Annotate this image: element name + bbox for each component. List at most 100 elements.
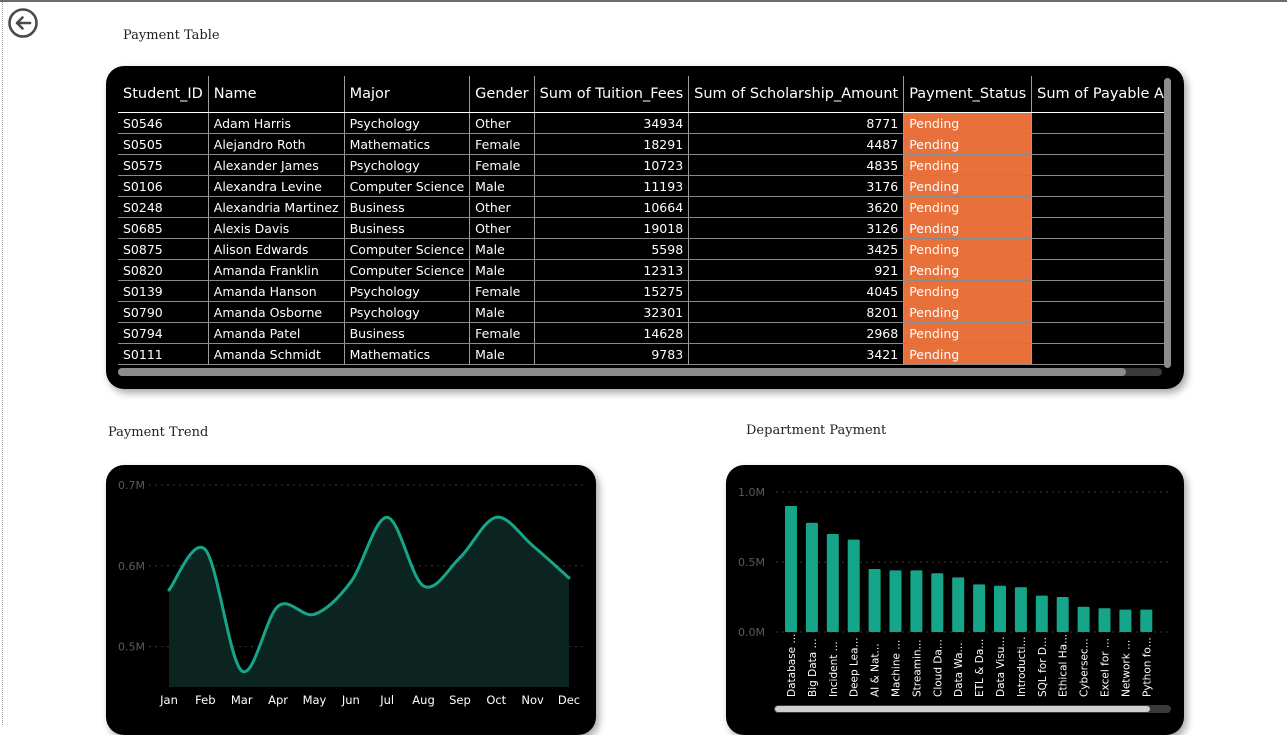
- vertical-scrollbar[interactable]: [1164, 78, 1171, 368]
- table-row[interactable]: S0546 Adam Harris Psychology Other 34934 8771…: [118, 112, 1164, 134]
- back-arrow-circle-icon[interactable]: [7, 7, 39, 39]
- cell-scholarship-amount: 4045: [688, 280, 905, 302]
- x-tick-label: Introducti...: [1016, 636, 1028, 697]
- payment-trend-chart: 0.5M 0.6M 0.7M Jan Feb Mar Apr May Jun Jul Aug Sep O…: [118, 479, 584, 707]
- cell-student-id: S0685: [118, 217, 209, 239]
- cell-gender: Male: [469, 343, 535, 365]
- table-row[interactable]: S0685 Alexis Davis Business Other 19018 3126 P…: [118, 217, 1164, 239]
- y-tick-label: 0.5M: [738, 556, 765, 569]
- column-header-payable-amount[interactable]: Sum of Payable Am: [1031, 76, 1164, 113]
- x-tick-label: Machine ...: [891, 640, 903, 697]
- cell-gender: Female: [469, 154, 535, 176]
- y-tick-label: 0.5M: [118, 641, 145, 654]
- cell-scholarship-amount: 3126: [688, 217, 905, 239]
- column-header-tuition-fees[interactable]: Sum of Tuition_Fees: [534, 76, 690, 113]
- horizontal-scrollbar[interactable]: [118, 368, 1162, 376]
- payment-table-card: Student_ID Name Major Gender Sum of Tuition_…: [106, 66, 1184, 389]
- column-header-gender[interactable]: Gender: [469, 76, 535, 113]
- table-row[interactable]: S0794 Amanda Patel Business Female 14628 2968…: [118, 322, 1164, 344]
- cell-student-id: S0790: [118, 301, 209, 323]
- cell-gender: Male: [469, 259, 535, 281]
- cell-name: Alexander James: [208, 154, 345, 176]
- cell-student-id: S0106: [118, 175, 209, 197]
- cell-scholarship-amount: 3421: [688, 343, 905, 365]
- cell-tuition-fees: 34934: [534, 112, 690, 134]
- table-row[interactable]: S0505 Alejandro Roth Mathematics Female 1829…: [118, 133, 1164, 155]
- column-header-payment-status[interactable]: Payment_Status: [903, 76, 1033, 113]
- x-tick-label: Big Data ...: [807, 638, 819, 697]
- cell-payable-amount: 1: [1031, 217, 1164, 239]
- x-tick-label: Jun: [341, 693, 360, 707]
- cell-student-id: S0575: [118, 154, 209, 176]
- bar: [1098, 608, 1111, 632]
- x-tick-label: Excel for ...: [1100, 638, 1112, 697]
- column-header-name[interactable]: Name: [208, 76, 345, 113]
- table-row[interactable]: S0248 Alexandria Martinez Business Other 106…: [118, 196, 1164, 218]
- trend-point: [203, 548, 207, 552]
- table-row[interactable]: S0875 Alison Edwards Computer Science Male 5…: [118, 238, 1164, 260]
- cell-name: Alexis Davis: [208, 217, 345, 239]
- trend-point: [276, 604, 280, 608]
- column-header-scholarship-amount[interactable]: Sum of Scholarship_Amount: [688, 76, 905, 113]
- bar: [847, 539, 860, 632]
- cell-scholarship-amount: 3176: [688, 175, 905, 197]
- cell-tuition-fees: 15275: [534, 280, 690, 302]
- bar: [1056, 597, 1069, 632]
- table-row[interactable]: S0790 Amanda Osborne Psychology Male 32301 82…: [118, 301, 1164, 323]
- cell-name: Amanda Osborne: [208, 301, 345, 323]
- cell-payable-amount: 2: [1031, 301, 1164, 323]
- payment-table-viewport: Student_ID Name Major Gender Sum of Tuition_…: [118, 76, 1164, 376]
- table-row[interactable]: S0575 Alexander James Psychology Female 1072…: [118, 154, 1164, 176]
- trend-point: [167, 588, 171, 592]
- cell-student-id: S0875: [118, 238, 209, 260]
- y-tick-label: 0.7M: [118, 479, 145, 492]
- table-row[interactable]: S0111 Amanda Schmidt Mathematics Male 9783 34…: [118, 343, 1164, 365]
- department-payment-chart: 0.0M 0.5M 1.0M Database ... Big Data ... Inci…: [738, 486, 1171, 713]
- table-row[interactable]: S0106 Alexandra Levine Computer Science Mal…: [118, 175, 1164, 197]
- trend-point: [422, 584, 426, 588]
- cell-tuition-fees: 32301: [534, 301, 690, 323]
- y-tick-label: 0.6M: [118, 560, 145, 573]
- table-row[interactable]: S0139 Amanda Hanson Psychology Female 15275 4…: [118, 280, 1164, 302]
- x-tick-label: Jul: [379, 693, 394, 707]
- table-header-row: Student_ID Name Major Gender Sum of Tuition_…: [118, 76, 1164, 113]
- department-payment-card: 0.0M 0.5M 1.0M Database ... Big Data ... Inci…: [726, 465, 1184, 735]
- vertical-scrollbar-thumb[interactable]: [1164, 78, 1171, 368]
- bar: [994, 585, 1006, 632]
- cell-student-id: S0820: [118, 259, 209, 281]
- cell-payable-amount: 1: [1031, 259, 1164, 281]
- bar: [1119, 609, 1132, 632]
- cell-name: Alexandra Levine: [208, 175, 345, 197]
- x-tick-label: SQL for D...: [1037, 637, 1049, 697]
- cell-scholarship-amount: 4487: [688, 133, 905, 155]
- x-tick-label: Network ...: [1120, 640, 1132, 697]
- cell-payable-amount: [1031, 154, 1164, 176]
- x-tick-label: Cybersec...: [1079, 638, 1091, 697]
- cell-payable-amount: 2: [1031, 112, 1164, 134]
- x-tick-label: Mar: [231, 693, 253, 707]
- cell-major: Computer Science: [344, 238, 471, 260]
- column-header-major[interactable]: Major: [344, 76, 471, 113]
- cell-tuition-fees: 10723: [534, 154, 690, 176]
- cell-major: Business: [344, 322, 471, 344]
- x-tick-label: Feb: [195, 693, 215, 707]
- cell-name: Adam Harris: [208, 112, 345, 134]
- bar: [868, 569, 881, 632]
- cell-payment-status: Pending: [903, 175, 1033, 197]
- payment-trend-title: Payment Trend: [108, 425, 209, 440]
- cell-major: Mathematics: [344, 133, 471, 155]
- department-chart-scrollbar-thumb[interactable]: [775, 706, 1150, 712]
- column-header-student-id[interactable]: Student_ID: [118, 76, 209, 113]
- bar: [785, 506, 797, 632]
- trend-point: [567, 576, 571, 580]
- cell-major: Psychology: [344, 154, 471, 176]
- cell-name: Alejandro Roth: [208, 133, 345, 155]
- cell-payment-status: Pending: [903, 259, 1033, 281]
- x-tick-label: Oct: [486, 693, 506, 707]
- cell-payment-status: Pending: [903, 238, 1033, 260]
- table-row[interactable]: S0820 Amanda Franklin Computer Science Male…: [118, 259, 1164, 281]
- cell-scholarship-amount: 3425: [688, 238, 905, 260]
- cell-gender: Male: [469, 175, 535, 197]
- cell-payment-status: Pending: [903, 301, 1033, 323]
- horizontal-scrollbar-thumb[interactable]: [118, 368, 1126, 376]
